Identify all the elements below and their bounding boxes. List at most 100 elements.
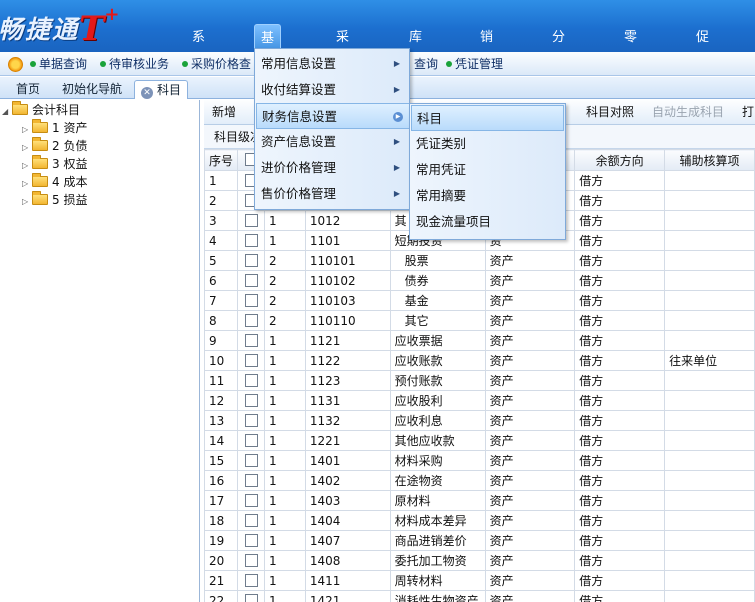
cell-seq: 5 <box>204 250 239 271</box>
menu-retail[interactable]: 零售管理 <box>618 24 643 52</box>
table-row[interactable]: 5 2 110101 股票 资产 借方 <box>204 250 755 271</box>
row-checkbox[interactable] <box>244 253 258 267</box>
auto-generate-button[interactable]: 自动生成科目 <box>652 100 724 125</box>
col-balance-direction[interactable]: 余额方向 <box>574 149 666 171</box>
cell-aux <box>664 570 755 591</box>
cell-code: 110103 <box>304 290 391 311</box>
menu-distribution[interactable]: 分销管理 <box>546 24 571 52</box>
row-checkbox[interactable] <box>244 213 258 227</box>
submenu-item-common-voucher[interactable]: 常用凭证 <box>411 157 564 183</box>
cell-check <box>237 250 265 271</box>
row-checkbox[interactable] <box>244 593 258 602</box>
quick-voucher[interactable]: 凭证管理 <box>446 52 503 76</box>
row-checkbox[interactable] <box>244 293 258 307</box>
row-checkbox[interactable] <box>244 513 258 527</box>
submenu-item-subject[interactable]: 科目 <box>411 105 564 131</box>
menu-sales[interactable]: 销售管理 <box>474 24 499 52</box>
cell-level: 1 <box>263 450 306 471</box>
row-checkbox[interactable] <box>244 373 258 387</box>
quick-doc-query[interactable]: 单据查询 <box>30 52 87 76</box>
quick-query[interactable]: 查询 <box>414 52 438 76</box>
cell-level: 1 <box>263 490 306 511</box>
dot-icon <box>100 61 106 67</box>
table-row[interactable]: 21 1 1411 周转材料 资产 借方 <box>204 570 755 591</box>
menu-item-finance-info[interactable]: 财务信息设置 ▶ <box>256 103 410 129</box>
cell-direction: 借方 <box>574 330 666 351</box>
row-checkbox[interactable] <box>244 273 258 287</box>
table-row[interactable]: 15 1 1401 材料采购 资产 借方 <box>204 450 755 471</box>
row-checkbox[interactable] <box>244 433 258 447</box>
cell-aux <box>664 470 755 491</box>
collapse-triangle-icon[interactable]: ◢ <box>2 103 12 121</box>
row-checkbox[interactable] <box>244 393 258 407</box>
menu-item-settlement[interactable]: 收付结算设置 ▶ <box>256 77 408 103</box>
menu-item-asset-info[interactable]: 资产信息设置 ▶ <box>256 129 408 155</box>
col-aux[interactable]: 辅助核算项 <box>664 149 755 171</box>
subject-map-button[interactable]: 科目对照 <box>586 100 634 125</box>
sun-icon[interactable] <box>8 57 23 72</box>
menu-item-common-info[interactable]: 常用信息设置 ▶ <box>256 51 408 77</box>
table-row[interactable]: 14 1 1221 其他应收款 资产 借方 <box>204 430 755 451</box>
table-row[interactable]: 9 1 1121 应收票据 资产 借方 <box>204 330 755 351</box>
table-row[interactable]: 22 1 1421 消耗性生物资产 资产 借方 <box>204 590 755 602</box>
table-row[interactable]: 18 1 1404 材料成本差异 资产 借方 <box>204 510 755 531</box>
table-row[interactable]: 8 2 110110 其它 资产 借方 <box>204 310 755 331</box>
cell-code: 110102 <box>304 270 391 291</box>
cell-aux <box>664 530 755 551</box>
expand-triangle-icon[interactable]: ▷ <box>22 193 32 211</box>
row-checkbox[interactable] <box>244 453 258 467</box>
submenu-item-voucher-type[interactable]: 凭证类别 <box>411 131 564 157</box>
row-checkbox[interactable] <box>244 493 258 507</box>
cell-code: 1408 <box>304 550 391 571</box>
quick-pending-review[interactable]: 待审核业务 <box>100 52 169 76</box>
row-checkbox[interactable] <box>244 313 258 327</box>
cell-type: 资产 <box>484 550 576 571</box>
row-checkbox[interactable] <box>244 553 258 567</box>
close-icon[interactable]: ✕ <box>141 87 153 99</box>
submenu-item-cash-flow[interactable]: 现金流量项目 <box>411 209 564 235</box>
tab-subject[interactable]: ✕ 科目 <box>134 80 189 99</box>
menu-item-purchase-price[interactable]: 进价价格管理 ▶ <box>256 155 408 181</box>
cell-name: 周转材料 <box>389 570 486 591</box>
table-row[interactable]: 12 1 1131 应收股利 资产 借方 <box>204 390 755 411</box>
table-row[interactable]: 10 1 1122 应收账款 资产 借方 往来单位 <box>204 350 755 371</box>
menu-promotion[interactable]: 促销管理 <box>690 24 715 52</box>
table-row[interactable]: 20 1 1408 委托加工物资 资产 借方 <box>204 550 755 571</box>
table-row[interactable]: 13 1 1132 应收利息 资产 借方 <box>204 410 755 431</box>
tree-node-assets[interactable]: ▷ 1 资产 <box>22 119 87 137</box>
tree-root[interactable]: ◢ 会计科目 <box>2 101 80 119</box>
row-checkbox[interactable] <box>244 233 258 247</box>
table-row[interactable]: 6 2 110102 债券 资产 借方 <box>204 270 755 291</box>
tab-home[interactable]: 首页 <box>16 80 40 99</box>
cell-type: 资产 <box>484 570 576 591</box>
row-checkbox[interactable] <box>244 333 258 347</box>
cell-code: 1012 <box>304 210 391 231</box>
cell-check <box>237 210 265 231</box>
tree-node-profit-loss[interactable]: ▷ 5 损益 <box>22 191 87 209</box>
cell-level: 1 <box>263 570 306 591</box>
submenu-item-common-summary[interactable]: 常用摘要 <box>411 183 564 209</box>
quick-purchase-price[interactable]: 采购价格查 <box>182 52 251 76</box>
new-button[interactable]: 新增 <box>212 100 236 125</box>
row-checkbox[interactable] <box>244 533 258 547</box>
col-seq[interactable]: 序号 <box>204 149 239 171</box>
table-row[interactable]: 17 1 1403 原材料 资产 借方 <box>204 490 755 511</box>
row-checkbox[interactable] <box>244 573 258 587</box>
cell-type: 资产 <box>484 370 576 391</box>
tab-init-guide[interactable]: 初始化导航 <box>62 80 122 99</box>
row-checkbox[interactable] <box>244 413 258 427</box>
menu-system[interactable]: 系统管理 <box>186 24 211 52</box>
menu-item-sale-price[interactable]: 售价价格管理 ▶ <box>256 181 408 207</box>
cell-type: 资产 <box>484 410 576 431</box>
table-row[interactable]: 16 1 1402 在途物资 资产 借方 <box>204 470 755 491</box>
print-button[interactable]: 打 <box>742 100 754 125</box>
tree-node-cost[interactable]: ▷ 4 成本 <box>22 173 87 191</box>
table-row[interactable]: 7 2 110103 基金 资产 借方 <box>204 290 755 311</box>
tree-node-liabilities[interactable]: ▷ 2 负债 <box>22 137 87 155</box>
row-checkbox[interactable] <box>244 353 258 367</box>
table-row[interactable]: 11 1 1123 预付账款 资产 借方 <box>204 370 755 391</box>
table-row[interactable]: 19 1 1407 商品进销差价 资产 借方 <box>204 530 755 551</box>
cell-name: 在途物资 <box>389 470 486 491</box>
tree-node-equity[interactable]: ▷ 3 权益 <box>22 155 87 173</box>
row-checkbox[interactable] <box>244 473 258 487</box>
